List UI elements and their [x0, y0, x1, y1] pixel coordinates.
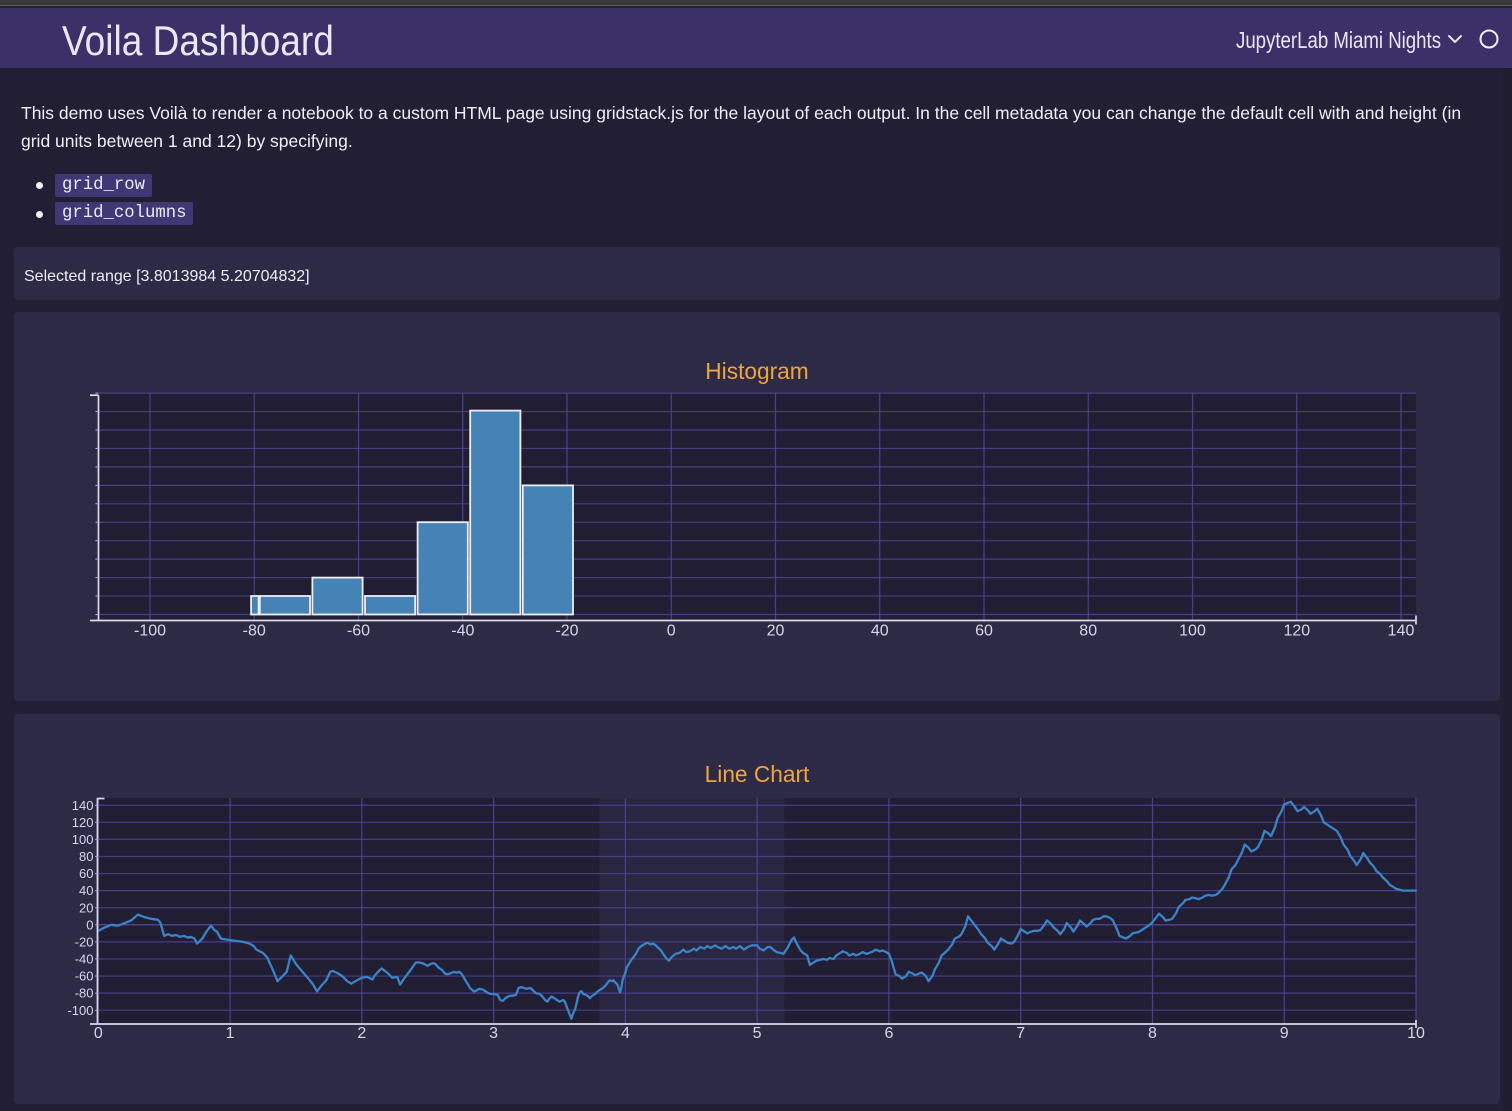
svg-text:60: 60 [975, 623, 993, 640]
svg-text:40: 40 [871, 623, 889, 640]
svg-text:140: 140 [72, 798, 94, 813]
svg-text:4: 4 [621, 1025, 630, 1042]
svg-text:9: 9 [1280, 1025, 1289, 1042]
svg-text:6: 6 [884, 1025, 893, 1042]
svg-text:7: 7 [1016, 1025, 1025, 1042]
svg-text:8: 8 [1148, 1025, 1157, 1042]
svg-text:0: 0 [86, 917, 93, 932]
svg-text:40: 40 [79, 883, 93, 898]
svg-text:120: 120 [1283, 623, 1310, 640]
svg-text:-60: -60 [75, 969, 94, 984]
svg-text:-80: -80 [75, 986, 94, 1001]
svg-text:5: 5 [753, 1025, 762, 1042]
svg-text:120: 120 [72, 815, 94, 830]
svg-text:100: 100 [1179, 623, 1206, 640]
svg-text:80: 80 [79, 849, 93, 864]
svg-text:80: 80 [1079, 623, 1097, 640]
svg-text:2: 2 [357, 1025, 366, 1042]
svg-text:100: 100 [72, 832, 94, 847]
svg-text:-40: -40 [75, 952, 94, 967]
svg-text:3: 3 [489, 1025, 498, 1042]
svg-text:-80: -80 [243, 623, 266, 640]
svg-text:-40: -40 [451, 623, 474, 640]
svg-text:0: 0 [94, 1025, 103, 1042]
svg-text:-100: -100 [67, 1003, 93, 1018]
svg-text:-100: -100 [134, 623, 166, 640]
svg-text:20: 20 [767, 623, 785, 640]
svg-text:20: 20 [79, 900, 93, 915]
svg-text:0: 0 [667, 623, 676, 640]
svg-text:-60: -60 [347, 623, 370, 640]
svg-text:-20: -20 [555, 623, 578, 640]
svg-text:10: 10 [1407, 1025, 1425, 1042]
svg-text:140: 140 [1388, 623, 1415, 640]
svg-text:1: 1 [226, 1025, 235, 1042]
svg-text:-20: -20 [75, 935, 94, 950]
svg-text:60: 60 [79, 866, 93, 881]
